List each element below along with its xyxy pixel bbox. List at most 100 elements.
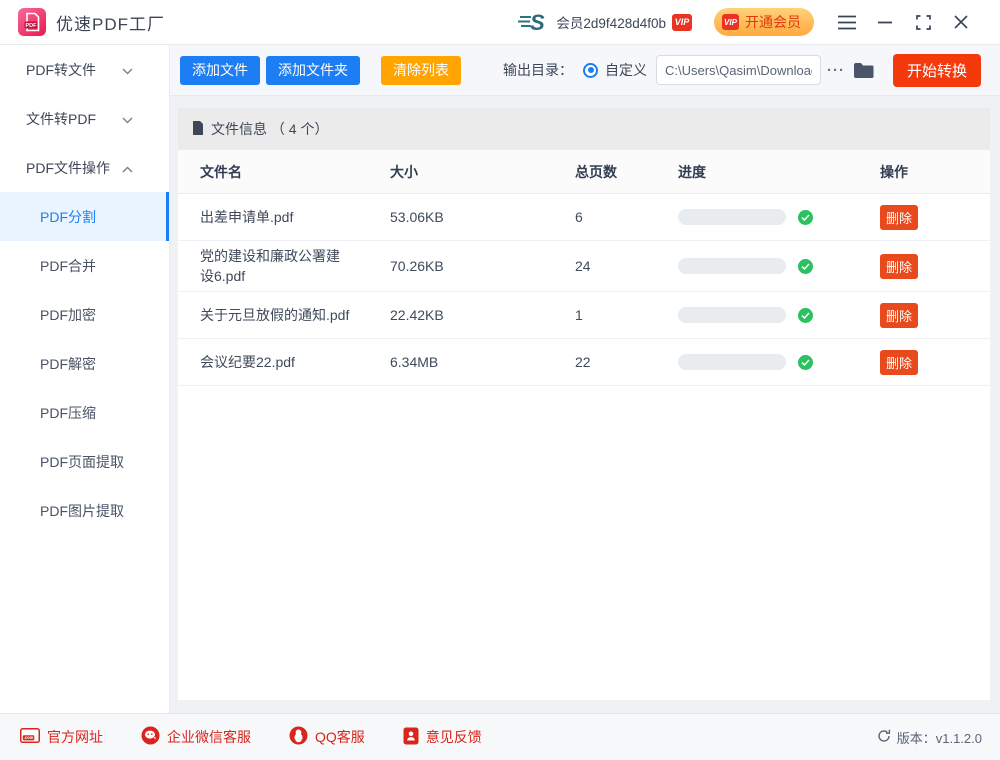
success-check-icon [798,210,813,225]
minimize-icon[interactable] [866,7,904,37]
progress-cell [678,209,880,225]
sidebar-item-pdf-image-extract[interactable]: PDF图片提取 [0,486,169,535]
file-size-cell: 22.42KB [390,307,575,323]
toolbar: 添加文件 添加文件夹 清除列表 输出目录： 自定义 ··· 开始转换 [170,45,1000,96]
maximize-icon[interactable] [904,7,942,37]
sidebar-group-pdf-operations[interactable]: PDF文件操作 [0,143,169,192]
app-logo-pdf-icon: PDF [18,8,46,36]
file-name-cell: 会议纪要22.pdf [178,352,390,372]
file-name-cell: 党的建设和廉政公署建设6.pdf [178,246,390,286]
table-header-row: 文件名 大小 总页数 进度 操作 [178,150,990,194]
titlebar: PDF 优速PDF工厂 S 会员2d9f428d4f0b VIP VIP 开通会… [0,0,1000,45]
sidebar-item-label: PDF图片提取 [40,501,124,521]
content-area: 文件信息 （ 4 个） 文件名 大小 总页数 进度 操作 出差申请单.pdf 5… [170,96,1000,713]
open-folder-icon[interactable] [853,62,874,79]
chevron-up-icon [122,160,133,176]
version-label: 版本：v1.1.2.0 [897,728,982,747]
file-size-cell: 70.26KB [390,258,575,274]
file-pages-cell: 1 [575,307,678,323]
sidebar-item-pdf-encrypt[interactable]: PDF加密 [0,290,169,339]
feedback-icon [403,727,419,748]
column-header-size: 大小 [390,162,575,182]
sidebar-item-pdf-compress[interactable]: PDF压缩 [0,388,169,437]
close-icon[interactable] [942,7,980,37]
website-com-icon: .com [20,728,40,746]
feedback-link[interactable]: 意见反馈 [403,727,482,748]
wechat-service-icon [141,726,160,748]
member-id-label: 会员2d9f428d4f0b [556,12,666,32]
progress-cell [678,354,880,370]
custom-dir-radio[interactable] [583,63,598,78]
sidebar: PDF转文件 文件转PDF PDF文件操作 PDF分割 [0,45,170,713]
sidebar-group-pdf-to-file[interactable]: PDF转文件 [0,45,169,94]
svg-text:PDF: PDF [26,23,38,29]
window-controls [828,7,980,37]
vip-icon: VIP [722,14,739,30]
add-file-button[interactable]: 添加文件 [180,56,260,85]
menu-hamburger-icon[interactable] [828,7,866,37]
sidebar-item-label: PDF加密 [40,305,96,325]
document-icon [192,121,204,138]
qq-service-link[interactable]: QQ客服 [289,726,365,748]
progress-cell [678,307,880,323]
radio-dot [588,67,594,73]
upgrade-member-button[interactable]: VIP 开通会员 [714,8,814,36]
sidebar-group-label: PDF文件操作 [26,158,110,178]
sidebar-group-label: PDF转文件 [26,60,96,80]
file-name-cell: 出差申请单.pdf [178,207,390,227]
delete-button[interactable]: 删除 [880,205,918,230]
sidebar-item-pdf-page-extract[interactable]: PDF页面提取 [0,437,169,486]
refresh-version-icon[interactable] [877,729,891,746]
progress-cell [678,258,880,274]
sidebar-group-file-to-pdf[interactable]: 文件转PDF [0,94,169,143]
clear-list-button[interactable]: 清除列表 [381,56,461,85]
upgrade-member-label: 开通会员 [745,12,801,32]
wechat-service-link[interactable]: 企业微信客服 [141,726,251,748]
sidebar-item-label: PDF合并 [40,256,96,276]
titlebar-brand: PDF 优速PDF工厂 [18,8,165,36]
qq-service-icon [289,726,308,748]
titlebar-actions: S 会员2d9f428d4f0b VIP VIP 开通会员 [516,7,980,37]
sidebar-item-label: PDF页面提取 [40,452,124,472]
official-website-link[interactable]: .com 官方网址 [20,727,103,747]
browse-more-button[interactable]: ··· [827,62,845,79]
chevron-down-icon [122,111,133,127]
file-info-bar: 文件信息 （ 4 个） [178,108,990,150]
file-pages-cell: 24 [575,258,678,274]
sidebar-item-pdf-merge[interactable]: PDF合并 [0,241,169,290]
table-row: 会议纪要22.pdf 6.34MB 22 删除 [178,339,990,386]
file-info-title: 文件信息 （ 4 个） [211,119,328,139]
qq-service-label: QQ客服 [315,727,365,747]
add-folder-button[interactable]: 添加文件夹 [266,56,360,85]
success-check-icon [798,259,813,274]
progress-bar [678,307,786,323]
version-info: 版本：v1.1.2.0 [877,728,982,747]
delete-button[interactable]: 删除 [880,350,918,375]
table-row: 出差申请单.pdf 53.06KB 6 删除 [178,194,990,241]
success-check-icon [798,308,813,323]
progress-bar [678,258,786,274]
main-panel: 添加文件 添加文件夹 清除列表 输出目录： 自定义 ··· 开始转换 [170,45,1000,713]
delete-button[interactable]: 删除 [880,254,918,279]
vip-badge-icon: VIP [672,14,692,31]
start-convert-button[interactable]: 开始转换 [893,54,981,87]
table-row: 关于元旦放假的通知.pdf 22.42KB 1 [178,292,990,339]
chevron-down-icon [122,62,133,78]
progress-bar [678,209,786,225]
sidebar-group-label: 文件转PDF [26,109,96,129]
footer: .com 官方网址 企业微信客服 [0,713,1000,760]
avatar-swoosh-icon[interactable]: S [516,10,548,34]
sidebar-item-pdf-decrypt[interactable]: PDF解密 [0,339,169,388]
file-name-cell: 关于元旦放假的通知.pdf [178,305,390,325]
progress-bar [678,354,786,370]
column-header-filename: 文件名 [178,162,390,182]
delete-button[interactable]: 删除 [880,303,918,328]
output-path-input[interactable] [656,55,821,85]
svg-text:S: S [530,10,545,34]
column-header-progress: 进度 [678,162,880,182]
feedback-label: 意见反馈 [426,727,482,747]
app-title: 优速PDF工厂 [56,10,165,35]
success-check-icon [798,355,813,370]
table-row: 党的建设和廉政公署建设6.pdf 70.26KB 24 [178,241,990,292]
sidebar-item-pdf-split[interactable]: PDF分割 [0,192,169,241]
